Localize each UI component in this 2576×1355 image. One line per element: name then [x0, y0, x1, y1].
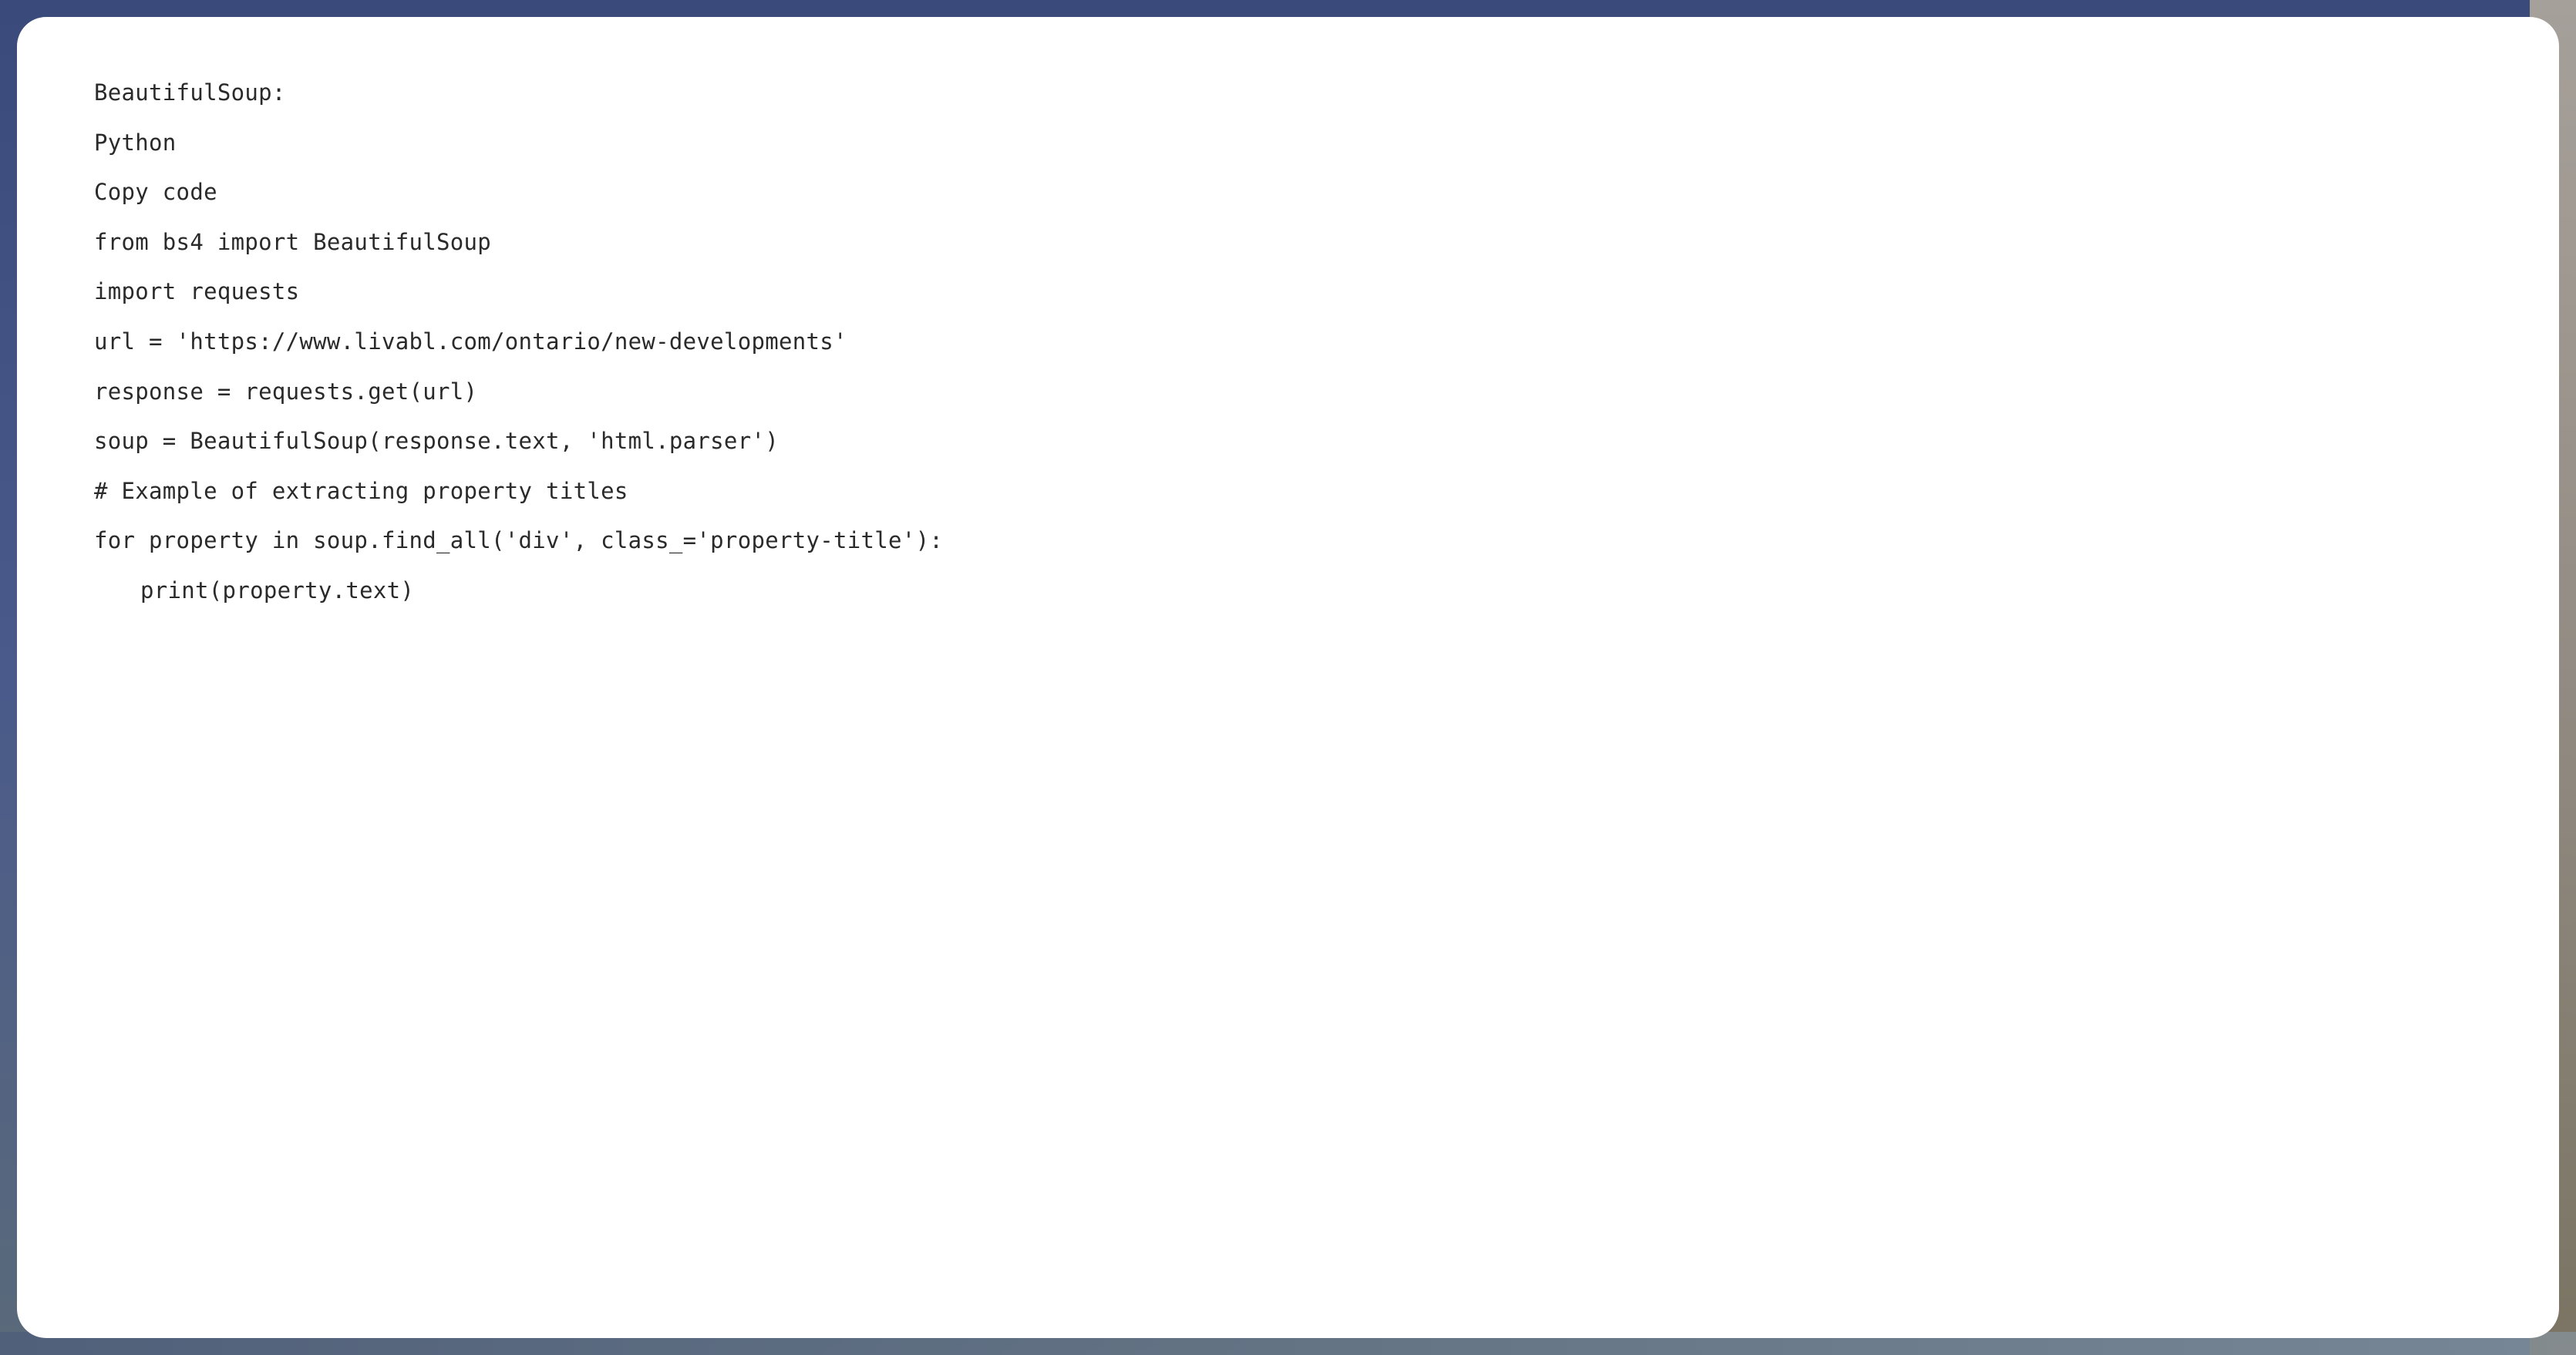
- code-line-response: response = requests.get(url): [94, 376, 2482, 408]
- code-line-for-loop: for property in soup.find_all('div', cla…: [94, 525, 2482, 556]
- code-line-comment: # Example of extracting property titles: [94, 476, 2482, 507]
- code-line-import-bs4: from bs4 import BeautifulSoup: [94, 227, 2482, 258]
- code-container: BeautifulSoup: Python Copy code from bs4…: [17, 17, 2559, 1338]
- code-line-language: Python: [94, 127, 2482, 159]
- code-line-url: url = 'https://www.livabl.com/ontario/ne…: [94, 326, 2482, 358]
- code-line-copy[interactable]: Copy code: [94, 177, 2482, 208]
- code-line-title: BeautifulSoup:: [94, 77, 2482, 109]
- code-line-soup: soup = BeautifulSoup(response.text, 'htm…: [94, 425, 2482, 457]
- code-line-import-requests: import requests: [94, 276, 2482, 308]
- code-line-print: print(property.text): [94, 575, 2482, 607]
